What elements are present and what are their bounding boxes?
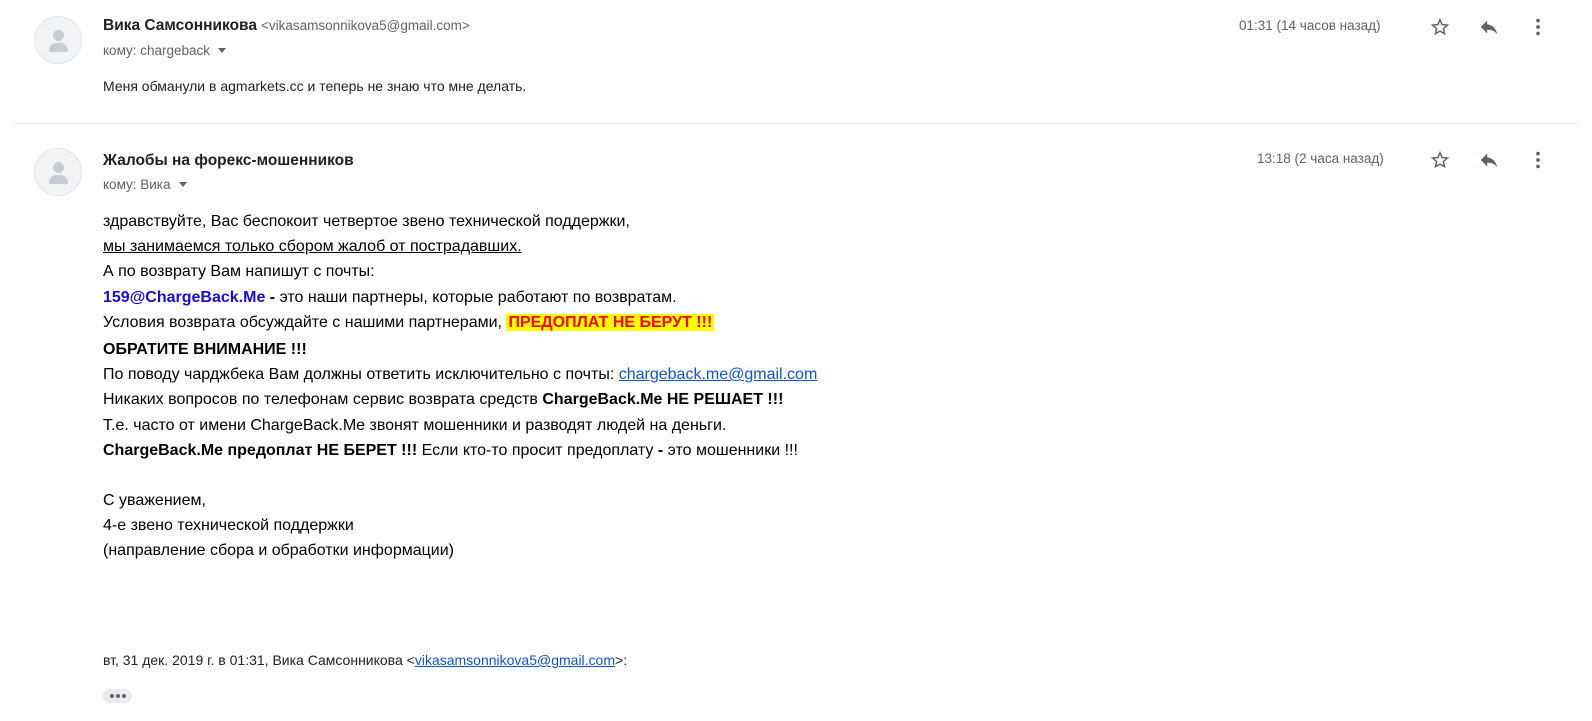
- conditions-text: Условия возврата обсуждайте с нашими пар…: [103, 313, 507, 331]
- attention-heading: ОБРАТИТЕ ВНИМАНИЕ !!!: [103, 340, 307, 358]
- sender-avatar[interactable]: [34, 148, 82, 196]
- message-timestamp: 13:18 (2 часа назад): [1257, 151, 1384, 166]
- sender[interactable]: Вика Самсонникова <vikasamsonnikova5@gmai…: [103, 17, 470, 35]
- reply-icon: [1480, 153, 1498, 168]
- star-icon: [1430, 150, 1450, 169]
- quote-email-link[interactable]: vikasamsonnikova5@gmail.com: [415, 652, 615, 668]
- message-body: здравствуйте, Вас беспокоит четвертое зв…: [103, 209, 817, 563]
- quote-suffix: >:: [615, 652, 628, 668]
- chevron-down-icon[interactable]: [178, 181, 187, 187]
- star-icon: [1430, 17, 1450, 36]
- body-line: мы занимаемся только сбором жалоб от пос…: [103, 238, 522, 256]
- dash: -: [265, 288, 280, 306]
- person-icon-body: [49, 43, 68, 52]
- highlight-warning: ПРЕДОПЛАТ НЕ БЕРУТ !!!: [506, 313, 715, 331]
- person-icon: [53, 162, 64, 173]
- phone-text: Никаких вопросов по телефонам сервис воз…: [103, 391, 543, 409]
- signature-line: С уважением,: [103, 491, 206, 509]
- phone-bold: ChargeBack.Me НЕ РЕШАЕТ !!!: [542, 391, 784, 409]
- signature-line: (направление сбора и обработки информаци…: [103, 542, 454, 560]
- sender-email: <vikasamsonnikova5@gmail.com>: [260, 18, 470, 33]
- body-line: ChargeBack.Me предоплат НЕ БЕРЕТ !!! Есл…: [103, 438, 817, 463]
- body-line: 159@ChargeBack.Me - это наши партнеры, к…: [103, 285, 817, 310]
- body-line: Условия возврата обсуждайте с нашими пар…: [103, 310, 817, 335]
- prepay-rest: это мошенники !!!: [663, 441, 798, 459]
- reply-icon: [1480, 20, 1498, 35]
- recipient-dropdown[interactable]: кому: chargeback: [103, 43, 227, 58]
- reply-button[interactable]: [1476, 14, 1502, 40]
- quote-prefix: вт, 31 дек. 2019 г. в 01:31, Вика Самсон…: [103, 652, 415, 668]
- more-vertical-icon: [1536, 18, 1540, 36]
- sender[interactable]: Жалобы на форекс-мошенников: [103, 152, 354, 170]
- more-options-button[interactable]: [1525, 14, 1551, 40]
- show-trimmed-content-button[interactable]: [103, 689, 132, 703]
- body-line: Никаких вопросов по телефонам сервис воз…: [103, 387, 817, 412]
- sender-name[interactable]: Вика Самсонникова: [103, 17, 257, 34]
- more-options-button[interactable]: [1525, 147, 1551, 173]
- recipient-label: кому: Вика: [103, 177, 171, 192]
- recipient-label: кому: chargeback: [103, 43, 211, 58]
- body-line: А по возврату Вам напишут с почты:: [103, 263, 375, 281]
- show-trimmed-content-icon: [109, 694, 114, 698]
- body-line: Т.е. часто от имени ChargeBack.Me звонят…: [103, 416, 727, 434]
- body-line: здравствуйте, Вас беспокоит четвертое зв…: [103, 213, 630, 230]
- partner-email: 159@ChargeBack.Me: [103, 288, 266, 306]
- star-button[interactable]: [1427, 147, 1453, 173]
- message-snippet: Меня обманули в agmarkets.cc и теперь не…: [103, 78, 527, 94]
- chevron-down-icon[interactable]: [218, 47, 227, 53]
- dot: [121, 694, 126, 698]
- signature-line: 4-е звено технической поддержки: [103, 517, 354, 535]
- sender-name[interactable]: Жалобы на форекс-мошенников: [103, 152, 354, 169]
- person-icon: [53, 30, 64, 41]
- sender-avatar[interactable]: [34, 16, 82, 64]
- more-vertical-icon: [1536, 151, 1540, 169]
- body-line: По поводу чарджбека Вам должны ответить …: [103, 362, 817, 387]
- dot: [115, 694, 120, 698]
- prepay-text: Если кто-то просит предоплату: [417, 441, 658, 459]
- star-button[interactable]: [1427, 14, 1453, 40]
- partner-note: это наши партнеры, которые работают по в…: [279, 288, 677, 306]
- person-icon-body: [49, 175, 68, 184]
- chargeback-email-link[interactable]: chargeback.me@gmail.com: [619, 366, 818, 383]
- email-message-2: Жалобы на форекс-мошенников кому: Вика 1…: [0, 124, 1592, 721]
- reply-button[interactable]: [1476, 147, 1502, 173]
- recipient-dropdown[interactable]: кому: Вика: [103, 177, 187, 192]
- prepay-bold: ChargeBack.Me предоплат НЕ БЕРЕТ !!!: [103, 441, 418, 459]
- message-timestamp: 01:31 (14 часов назад): [1239, 18, 1381, 33]
- quoted-message-header: вт, 31 дек. 2019 г. в 01:31, Вика Самсон…: [103, 652, 627, 668]
- chargeback-text: По поводу чарджбека Вам должны ответить …: [103, 366, 619, 384]
- email-message-1: Вика Самсонникова <vikasamsonnikova5@gmai…: [0, 0, 1592, 124]
